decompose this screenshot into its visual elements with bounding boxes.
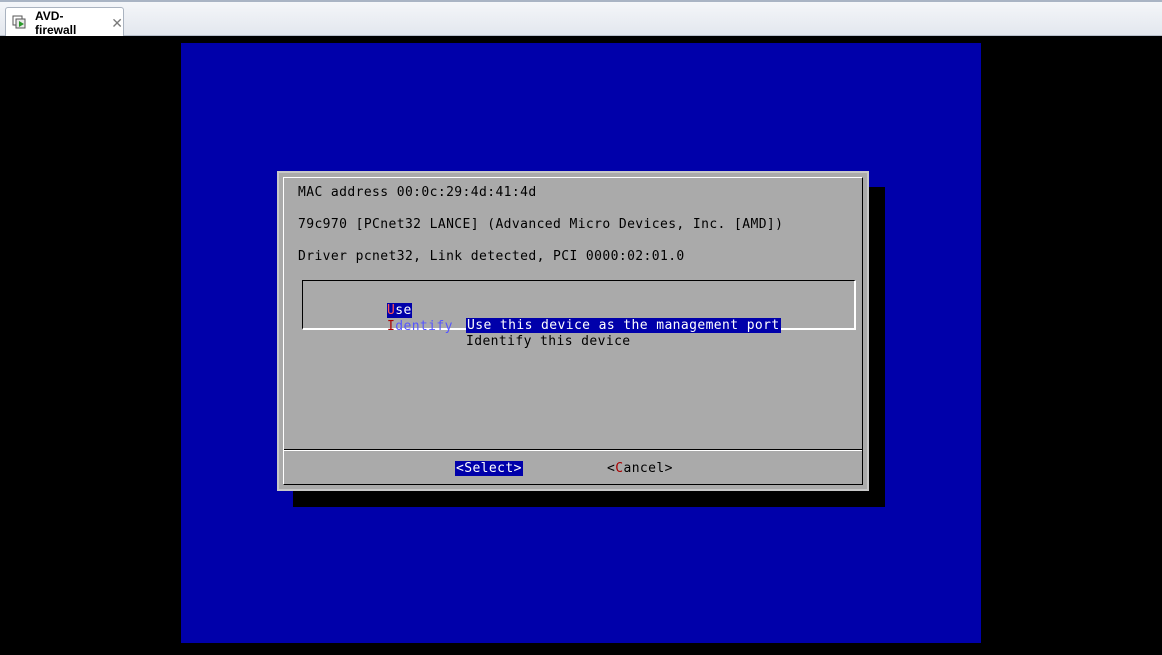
tab-avd-firewall[interactable]: AVD-firewall ✕ xyxy=(5,7,124,38)
menu-item-tag[interactable]: Identify xyxy=(387,319,453,334)
virtual-machine-icon xyxy=(12,15,28,31)
cancel-button-open: < xyxy=(607,461,616,476)
button-separator xyxy=(284,449,862,451)
menu-item-hotkey: I xyxy=(387,319,396,334)
action-menu: Use Use this device as the management po… xyxy=(302,280,856,349)
cancel-button[interactable]: <Cancel> xyxy=(607,461,673,476)
dialog-frame: MAC address 00:0c:29:4d:41:4d 79c970 [PC… xyxy=(283,177,863,485)
select-button[interactable]: <Select> xyxy=(455,461,523,476)
mac-address-line: MAC address 00:0c:29:4d:41:4d xyxy=(298,185,537,200)
menu-item-description[interactable]: Identify this device xyxy=(466,334,631,349)
tab-label: AVD-firewall xyxy=(35,9,77,37)
tab-bar: AVD-firewall ✕ xyxy=(0,0,1162,38)
close-icon[interactable]: ✕ xyxy=(111,15,123,32)
cancel-button-rest: ancel> xyxy=(623,461,673,476)
menu-item-use[interactable]: Use Use this device as the management po… xyxy=(303,288,781,333)
vm-screen[interactable]: MAC address 00:0c:29:4d:41:4d 79c970 [PC… xyxy=(181,43,981,643)
menu-item-description[interactable]: Use this device as the management port xyxy=(466,318,781,333)
vm-console[interactable]: MAC address 00:0c:29:4d:41:4d 79c970 [PC… xyxy=(0,36,1162,655)
driver-info-line: Driver pcnet32, Link detected, PCI 0000:… xyxy=(298,249,685,264)
network-device-dialog: MAC address 00:0c:29:4d:41:4d 79c970 [PC… xyxy=(277,171,869,491)
device-model-line: 79c970 [PCnet32 LANCE] (Advanced Micro D… xyxy=(298,217,784,232)
menu-item-tag-rest: dentify xyxy=(395,319,453,334)
menu-item-identify[interactable]: Identify Identify this device xyxy=(303,304,630,349)
